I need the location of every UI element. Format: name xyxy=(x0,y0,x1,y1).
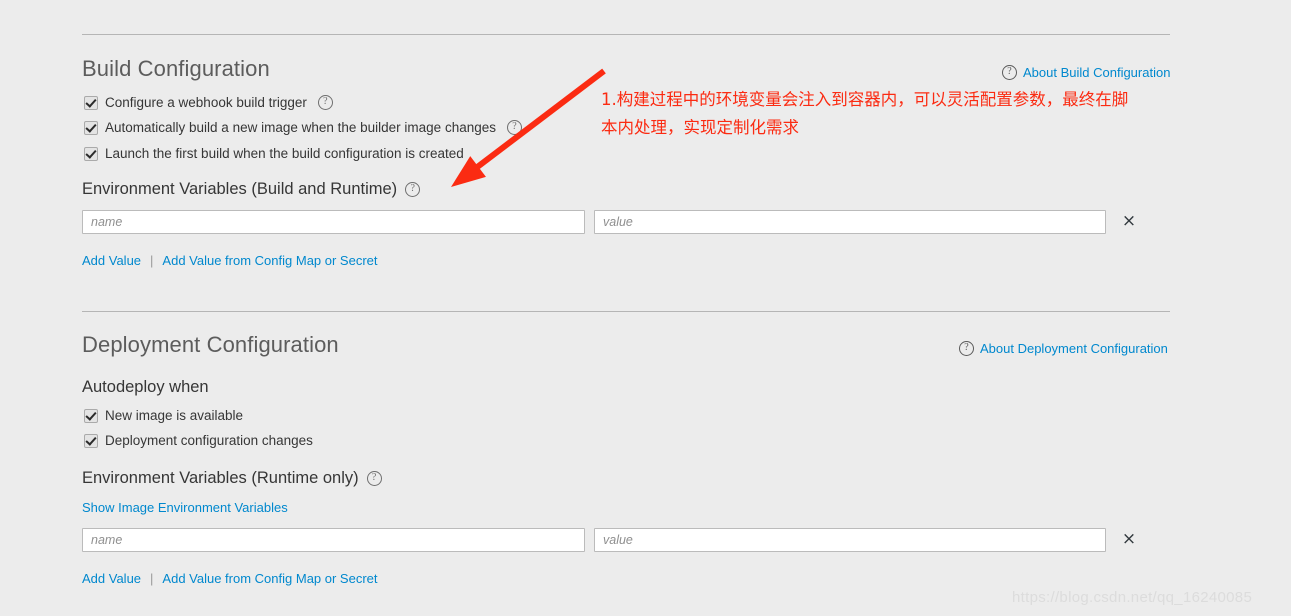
checkbox-row-new-image-available[interactable]: New image is available xyxy=(84,408,243,423)
help-circle-icon[interactable] xyxy=(366,471,382,486)
checkbox-label-new-image-available: New image is available xyxy=(105,408,244,423)
build-deploy-config-page: Build Configuration About Build Configur… xyxy=(0,0,1291,616)
help-circle-icon[interactable] xyxy=(405,182,421,197)
env-name-input-build[interactable] xyxy=(82,210,585,234)
checkbox-label-webhook-trigger: Configure a webhook build trigger xyxy=(105,95,307,110)
checkbox-label-launch-first-build: Launch the first build when the build co… xyxy=(105,146,464,161)
add-value-link-runtime[interactable]: Add Value xyxy=(82,571,141,586)
checkbox-label-deployment-config-changes: Deployment configuration changes xyxy=(105,433,313,448)
page-title-deployment-configuration: Deployment Configuration xyxy=(82,332,339,357)
checkbox-new-image-available[interactable] xyxy=(84,408,98,423)
checkbox-row-auto-build[interactable]: Automatically build a new image when the… xyxy=(84,120,522,135)
add-value-link-build[interactable]: Add Value xyxy=(82,253,141,268)
env-name-input-runtime[interactable] xyxy=(82,528,585,552)
about-deployment-configuration-link[interactable]: About Deployment Configuration xyxy=(959,341,1168,356)
links-separator: | xyxy=(150,253,154,268)
checkbox-webhook-trigger[interactable] xyxy=(84,95,98,110)
autodeploy-when-label: Autodeploy when xyxy=(82,378,209,396)
env-value-input-build[interactable] xyxy=(594,210,1106,234)
checkbox-auto-build[interactable] xyxy=(84,120,98,135)
env-vars-build-heading-label: Environment Variables (Build and Runtime… xyxy=(82,180,398,198)
env-vars-build-heading: Environment Variables (Build and Runtime… xyxy=(82,180,421,199)
about-build-configuration-label: About Build Configuration xyxy=(1023,65,1171,80)
help-circle-icon[interactable] xyxy=(506,120,522,135)
page-title-build-configuration: Build Configuration xyxy=(82,56,270,81)
checkbox-launch-first-build[interactable] xyxy=(84,146,98,161)
links-separator: | xyxy=(150,571,154,586)
env-value-input-runtime[interactable] xyxy=(594,528,1106,552)
help-circle-icon[interactable] xyxy=(317,95,333,110)
checkbox-row-deployment-config-changes[interactable]: Deployment configuration changes xyxy=(84,433,313,448)
watermark-url: https://blog.csdn.net/qq_16240085 xyxy=(1012,589,1253,606)
section-divider xyxy=(82,311,1170,312)
help-circle-icon xyxy=(1002,65,1017,80)
add-value-links-runtime: Add Value | Add Value from Config Map or… xyxy=(82,571,378,586)
remove-env-var-button-build[interactable]: × xyxy=(1120,212,1138,230)
env-vars-runtime-heading: Environment Variables (Runtime only) xyxy=(82,469,382,488)
add-value-from-config-link-runtime[interactable]: Add Value from Config Map or Secret xyxy=(162,571,377,586)
checkbox-label-auto-build: Automatically build a new image when the… xyxy=(105,120,496,135)
add-value-links-build: Add Value | Add Value from Config Map or… xyxy=(82,253,378,268)
add-value-from-config-link-build[interactable]: Add Value from Config Map or Secret xyxy=(162,253,377,268)
show-image-environment-variables-link[interactable]: Show Image Environment Variables xyxy=(82,500,288,515)
about-build-configuration-link[interactable]: About Build Configuration xyxy=(1002,65,1170,80)
annotation-text: 1.构建过程中的环境变量会注入到容器内，可以灵活配置参数，最终在脚 本内处理，实… xyxy=(601,90,1129,137)
top-divider xyxy=(82,34,1170,35)
checkbox-deployment-config-changes[interactable] xyxy=(84,433,98,448)
autodeploy-when-heading: Autodeploy when xyxy=(82,378,209,397)
remove-env-var-button-runtime[interactable]: × xyxy=(1120,530,1138,548)
checkbox-row-launch-first-build[interactable]: Launch the first build when the build co… xyxy=(84,146,464,161)
env-vars-runtime-heading-label: Environment Variables (Runtime only) xyxy=(82,469,359,487)
help-circle-icon xyxy=(959,341,974,356)
about-deployment-configuration-label: About Deployment Configuration xyxy=(980,341,1168,356)
checkbox-row-webhook-trigger[interactable]: Configure a webhook build trigger xyxy=(84,95,333,110)
